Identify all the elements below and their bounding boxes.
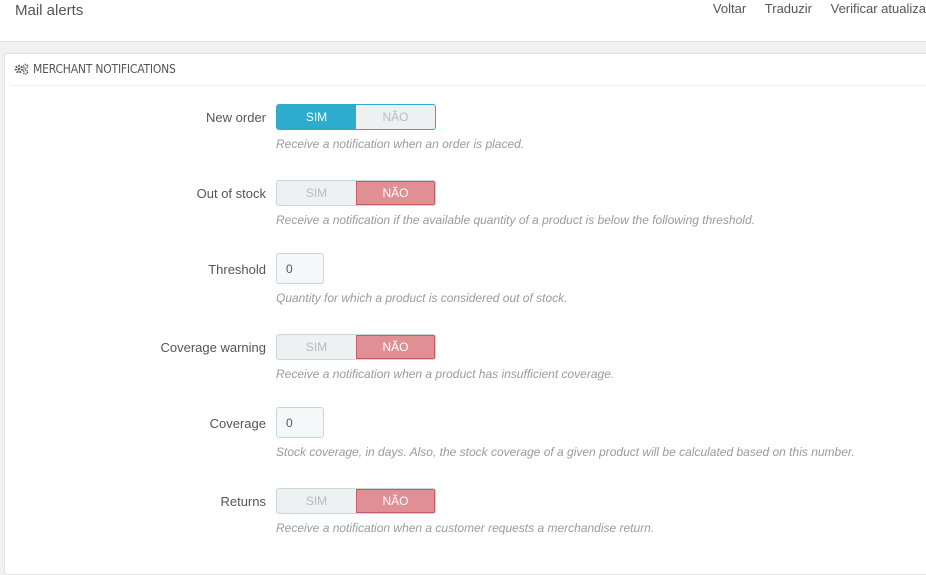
out-of-stock-switch[interactable]: SIM NÃO [276,180,436,206]
coverage-warning-switch[interactable]: SIM NÃO [276,334,436,360]
threshold-label: Threshold [208,262,266,277]
threshold-input[interactable]: 0 [276,253,324,284]
coverage-input[interactable]: 0 [276,407,324,438]
panel-title: MERCHANT NOTIFICATIONS [33,62,176,76]
returns-switch[interactable]: SIM NÃO [276,488,436,514]
translate-link[interactable]: Traduzir [765,1,812,16]
page-header: Mail alerts Voltar Traduzir Verificar at… [0,0,926,42]
coverage-warning-yes[interactable]: SIM [277,335,356,359]
header-toolbar: Voltar Traduzir Verificar atualiza [698,1,926,16]
out-of-stock-label: Out of stock [196,186,266,201]
returns-yes[interactable]: SIM [277,489,356,513]
new-order-help: Receive a notification when an order is … [276,137,525,151]
out-of-stock-help: Receive a notification if the available … [276,213,755,227]
back-link[interactable]: Voltar [713,1,746,16]
new-order-yes[interactable]: SIM [277,105,356,129]
merchant-notifications-panel: MERCHANT NOTIFICATIONS [4,53,926,575]
coverage-help: Stock coverage, in days. Also, the stock… [276,445,855,459]
out-of-stock-yes[interactable]: SIM [277,181,356,205]
page-title: Mail alerts [15,2,84,19]
coverage-warning-help: Receive a notification when a product ha… [276,367,615,381]
gears-icon [14,63,29,78]
returns-label: Returns [220,494,266,509]
threshold-help: Quantity for which a product is consider… [276,291,568,305]
out-of-stock-no[interactable]: NÃO [356,181,435,205]
new-order-switch[interactable]: SIM NÃO [276,104,436,130]
new-order-no[interactable]: NÃO [356,105,435,129]
new-order-label: New order [206,110,266,125]
coverage-warning-no[interactable]: NÃO [356,335,435,359]
returns-help: Receive a notification when a customer r… [276,521,655,535]
returns-no[interactable]: NÃO [356,489,435,513]
check-updates-link[interactable]: Verificar atualiza [831,1,926,16]
coverage-warning-label: Coverage warning [160,340,266,355]
coverage-label: Coverage [209,416,266,431]
panel-heading: MERCHANT NOTIFICATIONS [11,54,926,86]
